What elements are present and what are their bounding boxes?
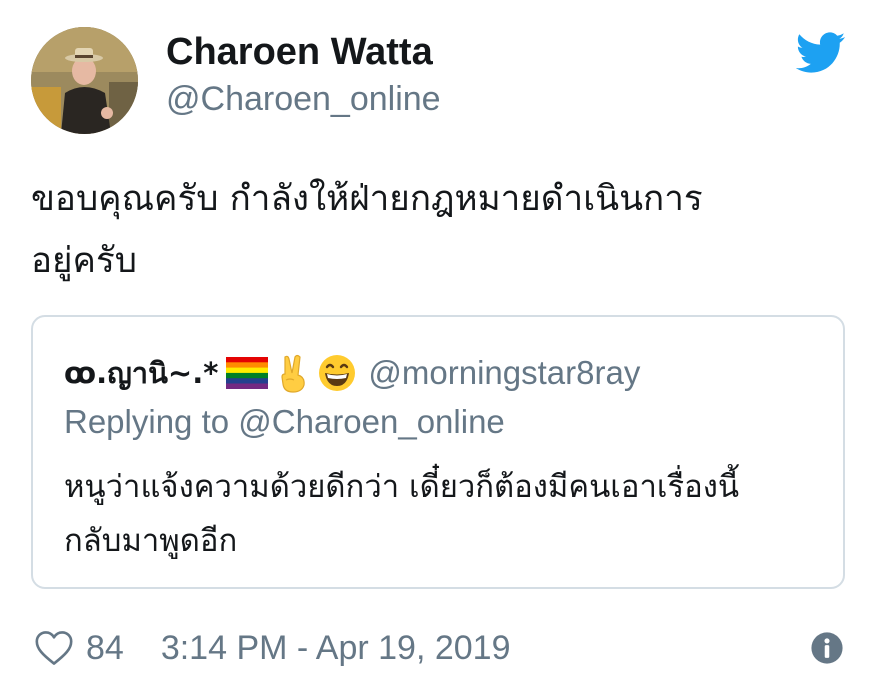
quoted-tweet-text-line: หนูว่าแจ้งความด้วยดีกว่า เดี๋ยวก็ต้องมีค… (64, 469, 740, 505)
quoted-author-handle[interactable]: @morningstar8ray (368, 354, 640, 392)
quoted-tweet-text: หนูว่าแจ้งความด้วยดีกว่า เดี๋ยวก็ต้องมีค… (64, 460, 834, 568)
info-icon[interactable] (810, 631, 844, 665)
quoted-author-name[interactable]: ꝏ.ญานิ~.* (64, 350, 218, 396)
twitter-bird-icon[interactable] (796, 32, 846, 74)
author-name[interactable]: Charoen Watta (166, 30, 433, 74)
replying-to-label[interactable]: Replying to @Charoen_online (64, 402, 505, 442)
tweet-text-line: อยู่ครับ (31, 241, 137, 281)
author-handle[interactable]: @Charoen_online (166, 79, 441, 119)
avatar[interactable] (31, 27, 138, 134)
avatar-photo (31, 27, 138, 134)
like-count[interactable]: 84 (86, 629, 124, 668)
quoted-tweet-card[interactable]: ꝏ.ญานิ~.* @morningstar8ray Replying to @… (31, 315, 845, 589)
victory-hand-icon (281, 354, 306, 393)
rainbow-flag-icon (226, 357, 269, 389)
tweet-footer: 84 3:14 PM - Apr 19, 2019 (34, 622, 844, 674)
tweet-text: ขอบคุณครับ กำลังให้ฝ่ายกฎหมายดำเนินการ อ… (31, 168, 841, 292)
timestamp[interactable]: 3:14 PM - Apr 19, 2019 (161, 629, 511, 668)
heart-icon[interactable] (34, 630, 74, 666)
tweet-text-line: ขอบคุณครับ กำลังให้ฝ่ายกฎหมายดำเนินการ (31, 179, 703, 219)
quoted-tweet-text-line: กลับมาพูดอีก (64, 523, 238, 559)
quoted-tweet-header: ꝏ.ญานิ~.* @morningstar8ray (64, 351, 640, 395)
grinning-face-icon (319, 355, 356, 391)
embedded-tweet: Charoen Watta @Charoen_online ขอบคุณครับ… (0, 0, 881, 686)
